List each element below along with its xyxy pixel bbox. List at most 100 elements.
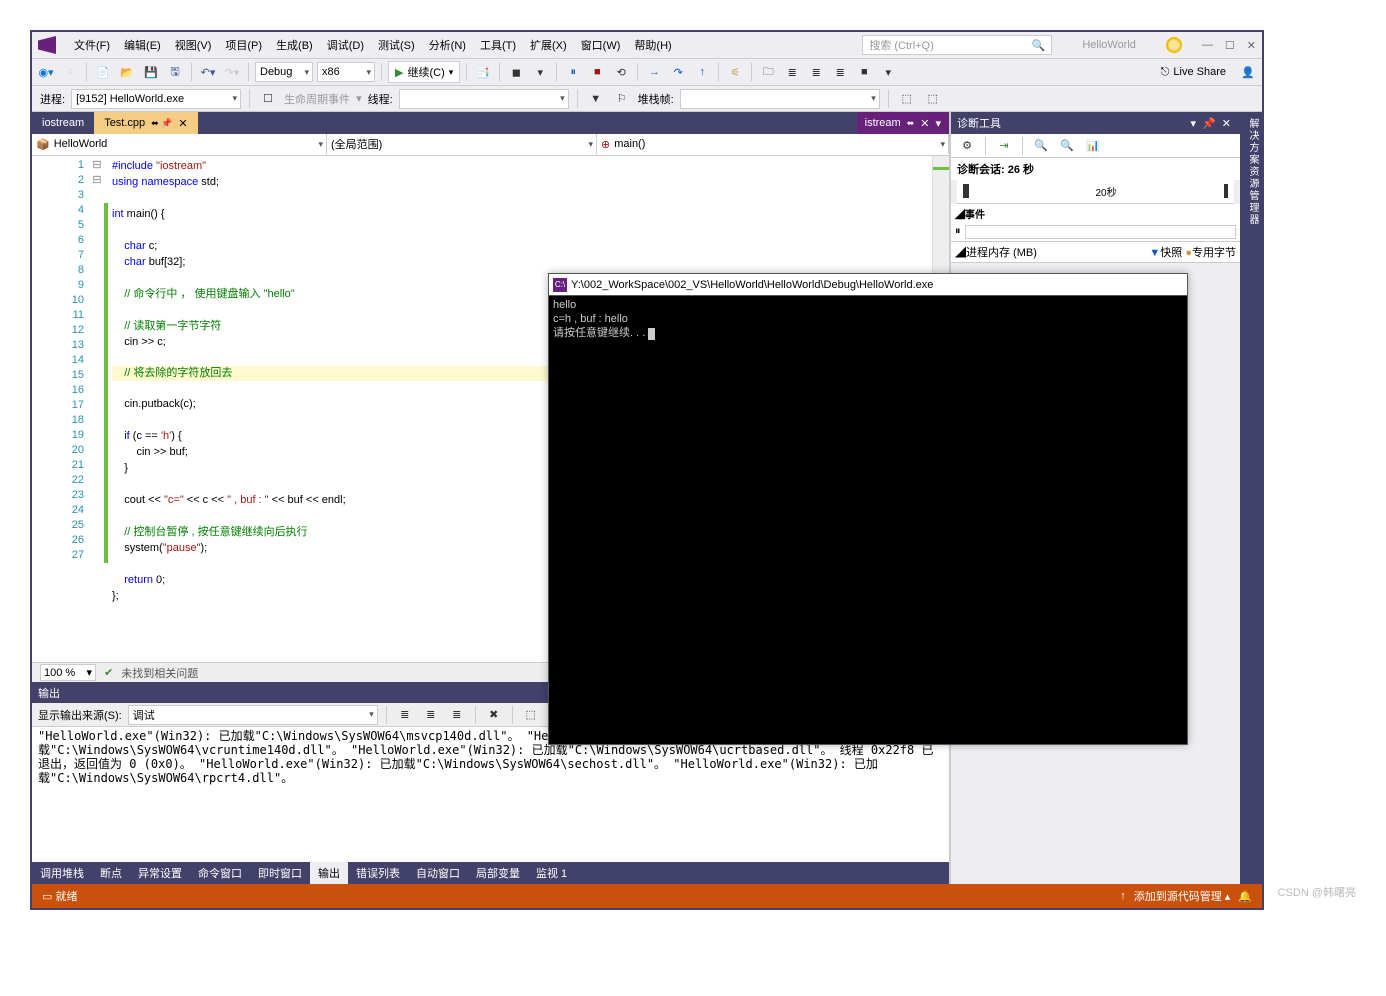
- nav-fwd-button[interactable]: ○: [60, 62, 80, 82]
- tb-icon[interactable]: ◼: [506, 62, 526, 82]
- account-icon[interactable]: 👤: [1238, 62, 1258, 82]
- output-body[interactable]: "HelloWorld.exe"(Win32): 已加载"C:\Windows\…: [32, 727, 949, 862]
- menu-item[interactable]: 调试(D): [321, 34, 370, 56]
- tb-icon[interactable]: ▾: [878, 62, 898, 82]
- tb-icon[interactable]: ⚟: [725, 62, 745, 82]
- diag-timeline[interactable]: 20秒: [957, 180, 1234, 204]
- tab-test-cpp[interactable]: Test.cpp⬌ 📌✕: [94, 112, 197, 134]
- close-icon[interactable]: ✕: [1219, 117, 1234, 130]
- pin-icon[interactable]: ⬌ 📌: [151, 118, 172, 129]
- step-in-icon[interactable]: →: [644, 62, 664, 82]
- console-window[interactable]: C:\ Y:\002_WorkSpace\002_VS\HelloWorld\H…: [548, 273, 1188, 745]
- open-icon[interactable]: 📂: [117, 62, 137, 82]
- tb-icon[interactable]: ≣: [395, 705, 415, 725]
- bottom-tab[interactable]: 自动窗口: [408, 862, 468, 884]
- editor-tabs: iostream Test.cpp⬌ 📌✕ istream⬌✕▾: [32, 112, 949, 134]
- zoom-combo[interactable]: 100 %▾: [40, 664, 96, 681]
- bottom-tab[interactable]: 断点: [92, 862, 130, 884]
- chart-icon[interactable]: 📊: [1083, 136, 1103, 156]
- solution-explorer-dock[interactable]: 解决方案资源管理器: [1240, 112, 1262, 884]
- process-combo[interactable]: [9152] HelloWorld.exe: [71, 89, 241, 109]
- bottom-tab[interactable]: 局部变量: [468, 862, 528, 884]
- thread-combo[interactable]: [399, 89, 569, 109]
- platform-combo[interactable]: x86: [317, 62, 375, 82]
- bottom-tab[interactable]: 异常设置: [130, 862, 190, 884]
- tb-icon[interactable]: ⚐: [612, 89, 632, 109]
- go-icon[interactable]: ⇥: [994, 136, 1014, 156]
- tb-icon[interactable]: ▾: [530, 62, 550, 82]
- lifecycle-icon[interactable]: ☐: [258, 89, 278, 109]
- tb-icon[interactable]: ▼: [586, 89, 606, 109]
- search-input[interactable]: 搜索 (Ctrl+Q) 🔍: [862, 35, 1052, 55]
- tb-icon[interactable]: ≣: [830, 62, 850, 82]
- tab-istream[interactable]: istream⬌✕▾: [857, 112, 949, 134]
- bottom-tab[interactable]: 输出: [310, 862, 348, 884]
- console-titlebar[interactable]: C:\ Y:\002_WorkSpace\002_VS\HelloWorld\H…: [549, 274, 1187, 296]
- menu-item[interactable]: 分析(N): [423, 34, 472, 56]
- menu-item[interactable]: 生成(B): [270, 34, 319, 56]
- restart-icon[interactable]: ⟲: [611, 62, 631, 82]
- tb-icon[interactable]: ⬚: [897, 89, 917, 109]
- stop-icon[interactable]: ■: [587, 62, 607, 82]
- bottom-tab[interactable]: 命令窗口: [190, 862, 250, 884]
- pause-icon[interactable]: ⏸: [563, 62, 583, 82]
- live-share-button[interactable]: ⎋ Live Share: [1153, 66, 1234, 79]
- scope-combo[interactable]: 📦HelloWorld: [32, 134, 327, 154]
- maximize-button[interactable]: ☐: [1225, 39, 1235, 52]
- bottom-tab[interactable]: 监视 1: [528, 862, 575, 884]
- gear-icon[interactable]: ⚙: [957, 136, 977, 156]
- step-out-icon[interactable]: ↑: [692, 62, 712, 82]
- tb-icon[interactable]: ≣: [447, 705, 467, 725]
- menu-item[interactable]: 帮助(H): [628, 34, 677, 56]
- new-project-icon[interactable]: 📄: [93, 62, 113, 82]
- config-combo[interactable]: Debug: [255, 62, 313, 82]
- menu-item[interactable]: 扩展(X): [524, 34, 573, 56]
- tb-icon[interactable]: ≣: [782, 62, 802, 82]
- clear-icon[interactable]: ✖: [484, 705, 504, 725]
- step-over-icon[interactable]: ↷: [668, 62, 688, 82]
- nav-back-button[interactable]: ◉▾: [36, 62, 56, 82]
- tb-icon[interactable]: ⬚: [521, 705, 541, 725]
- close-tab-icon[interactable]: ✕: [178, 117, 187, 130]
- bottom-tab[interactable]: 即时窗口: [250, 862, 310, 884]
- func-combo[interactable]: ⊕ main(): [597, 134, 949, 154]
- redo-icon[interactable]: ↷▾: [222, 62, 242, 82]
- notif-icon[interactable]: 🔔: [1238, 890, 1252, 903]
- menu-item[interactable]: 项目(P): [219, 34, 268, 56]
- scope2-combo[interactable]: (全局范围): [327, 134, 597, 154]
- tb-icon[interactable]: 📑: [473, 62, 493, 82]
- menu-item[interactable]: 工具(T): [474, 34, 522, 56]
- close-button[interactable]: ✕: [1247, 39, 1256, 52]
- dropdown-icon[interactable]: ▾: [1188, 117, 1200, 130]
- pin-icon[interactable]: 📌: [1199, 117, 1219, 130]
- feedback-icon[interactable]: [1166, 37, 1182, 53]
- stack-combo[interactable]: [680, 89, 880, 109]
- events-header[interactable]: ◢事件: [951, 204, 1240, 223]
- output-source-combo[interactable]: 调试: [128, 705, 378, 725]
- menu-item[interactable]: 文件(F): [68, 34, 116, 56]
- zoom-in-icon[interactable]: 🔍: [1031, 136, 1051, 156]
- tb-icon[interactable]: ■: [854, 62, 874, 82]
- bottom-tab[interactable]: 调用堆栈: [32, 862, 92, 884]
- tb-icon[interactable]: ⬚: [923, 89, 943, 109]
- tb-icon[interactable]: 🗀: [758, 62, 778, 82]
- menu-item[interactable]: 视图(V): [169, 34, 218, 56]
- undo-icon[interactable]: ↶▾: [198, 62, 218, 82]
- zoom-out-icon[interactable]: 🔍: [1057, 136, 1077, 156]
- tb-icon[interactable]: ≣: [806, 62, 826, 82]
- bottom-tab[interactable]: 错误列表: [348, 862, 408, 884]
- mem-header[interactable]: ◢进程内存 (MB): [955, 244, 1037, 260]
- no-issues-label: 未找到相关问题: [121, 665, 198, 681]
- tb-icon[interactable]: ≣: [421, 705, 441, 725]
- save-all-icon[interactable]: 🖫: [165, 62, 185, 82]
- close-icon[interactable]: ✕: [920, 117, 929, 130]
- fold-gutter[interactable]: ⊟⊟: [90, 156, 104, 662]
- continue-button[interactable]: ▶ 继续(C)▾: [388, 61, 460, 83]
- menu-item[interactable]: 窗口(W): [575, 34, 627, 56]
- menu-item[interactable]: 测试(S): [372, 34, 421, 56]
- menu-item[interactable]: 编辑(E): [118, 34, 167, 56]
- scm-button[interactable]: 添加到源代码管理 ▴: [1134, 888, 1231, 904]
- save-icon[interactable]: 💾: [141, 62, 161, 82]
- tab-iostream[interactable]: iostream: [32, 112, 94, 134]
- minimize-button[interactable]: —: [1202, 39, 1213, 52]
